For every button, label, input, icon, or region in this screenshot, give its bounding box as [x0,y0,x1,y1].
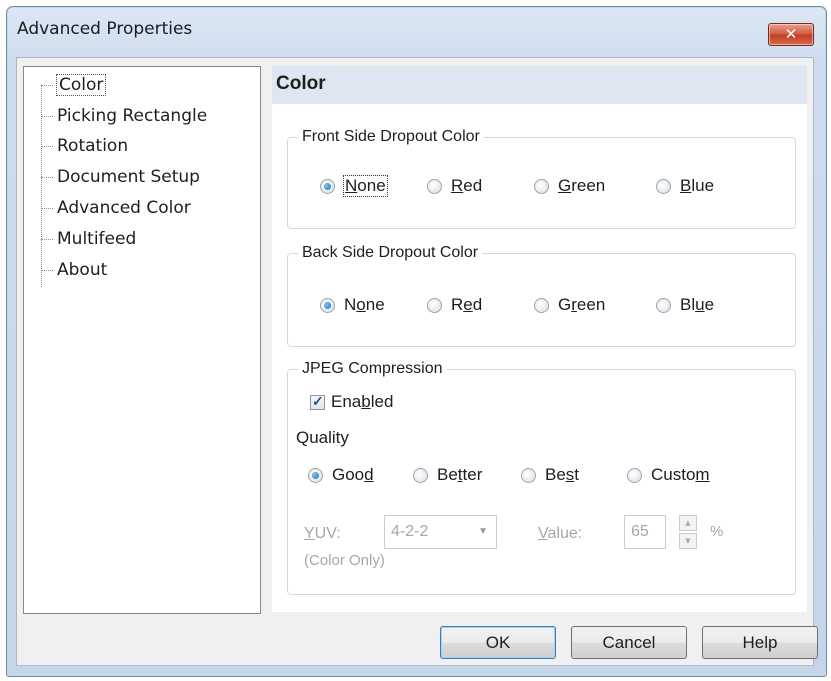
front-radio-red[interactable]: Red [427,176,482,196]
back-dropout-legend: Back Side Dropout Color [298,243,483,263]
tree-item-color[interactable]: Color [41,71,107,99]
percent-label: % [710,523,724,540]
tree-item-rotation[interactable]: Rotation [41,132,128,160]
tree-item-label: Color [55,74,107,96]
radio-label: Better [437,465,483,484]
radio-label: Green [558,295,606,314]
checkbox-label: Enabled [331,392,394,411]
yuv-label: YUV: [304,525,341,542]
jpeg-legend: JPEG Compression [298,359,447,379]
tree-item-label: Rotation [57,136,129,156]
cancel-button[interactable]: Cancel [571,626,687,659]
help-button[interactable]: Help [702,626,818,659]
value-input[interactable]: 65 [624,515,666,549]
radio-label: Green [558,176,606,195]
dialog-client-area: Color Picking Rectangle Rotation Documen… [16,57,818,666]
radio-label: None [343,175,388,197]
radio-indicator [427,297,442,313]
quality-radio-custom[interactable]: Custom [627,465,710,485]
radio-indicator [308,467,323,483]
back-radio-green[interactable]: Green [534,295,605,315]
radio-indicator [427,178,442,194]
spin-up-icon[interactable]: ▲ [679,515,697,531]
close-button[interactable]: ✕ [768,23,814,46]
ok-button[interactable]: OK [440,626,556,659]
yuv-dropdown-value: 4-2-2 [391,523,429,540]
front-dropout-group: Front Side Dropout Color None Red Green … [287,127,796,229]
front-radio-blue[interactable]: Blue [656,176,714,196]
panel-title: Color [272,66,807,104]
radio-indicator [521,467,536,483]
back-radio-none[interactable]: None [320,295,385,315]
value-spinner[interactable]: ▲ ▼ [679,515,697,549]
radio-indicator [534,178,549,194]
tree-item-label: Multifeed [57,229,137,249]
tree-item-label: Document Setup [57,167,200,187]
back-radio-blue[interactable]: Blue [656,295,714,315]
tree-item-label: Advanced Color [57,198,191,218]
radio-label: Custom [651,465,710,484]
checkbox-indicator [310,393,325,410]
back-radio-red[interactable]: Red [427,295,482,315]
category-tree[interactable]: Color Picking Rectangle Rotation Documen… [23,66,261,614]
tree-item-picking-rectangle[interactable]: Picking Rectangle [41,102,207,130]
radio-indicator [627,467,642,483]
radio-indicator [656,297,671,313]
chevron-down-icon: ▼ [478,526,488,537]
tree-item-multifeed[interactable]: Multifeed [41,225,136,253]
radio-indicator [534,297,549,313]
radio-label: Good [332,465,374,484]
tree-item-document-setup[interactable]: Document Setup [41,163,200,191]
tree-item-advanced-color[interactable]: Advanced Color [41,194,191,222]
tree-item-about[interactable]: About [41,256,107,284]
yuv-dropdown[interactable]: 4-2-2 ▼ [384,515,497,549]
value-label: Value: [538,525,583,542]
radio-label: Red [451,295,483,314]
settings-panel: Color Front Side Dropout Color None Red … [272,66,807,612]
color-only-note: (Color Only) [304,552,385,569]
radio-label: None [344,295,385,314]
spin-down-icon[interactable]: ▼ [679,533,697,549]
quality-radio-best[interactable]: Best [521,465,579,485]
back-dropout-group: Back Side Dropout Color None Red Green B… [287,243,796,347]
radio-label: Red [451,176,483,195]
window-title: Advanced Properties [17,19,193,39]
radio-indicator [656,178,671,194]
quality-radio-better[interactable]: Better [413,465,482,485]
radio-indicator [320,297,335,313]
quality-label: Quality [296,428,349,447]
jpeg-compression-group: JPEG Compression Enabled Quality Good Be… [287,359,796,595]
radio-indicator [413,467,428,483]
radio-indicator [320,178,335,194]
tree-item-label: About [57,260,108,280]
dialog-window: Advanced Properties ✕ Color Picking Rect… [6,6,827,677]
jpeg-enabled-checkbox[interactable]: Enabled [310,392,393,412]
front-radio-green[interactable]: Green [534,176,605,196]
radio-label: Blue [680,295,715,314]
front-radio-none[interactable]: None [320,175,388,197]
front-dropout-legend: Front Side Dropout Color [298,127,484,147]
radio-label: Best [545,465,580,484]
quality-radio-good[interactable]: Good [308,465,374,485]
tree-item-label: Picking Rectangle [57,106,208,126]
radio-label: Blue [680,176,715,195]
close-icon: ✕ [784,25,798,43]
